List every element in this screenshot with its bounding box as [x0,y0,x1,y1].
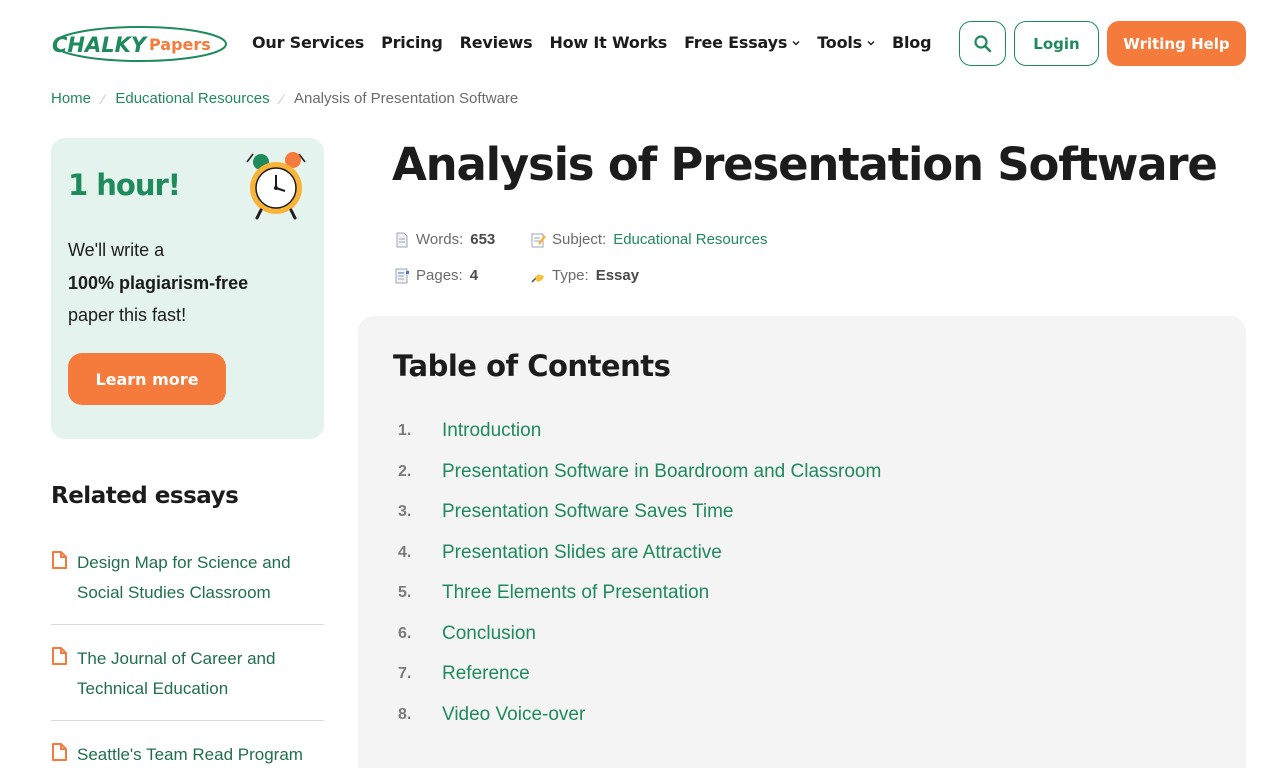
toc-item: 7. Reference [398,654,881,695]
promo-text-after: paper this fast! [68,305,187,325]
login-button[interactable]: Login [1014,21,1099,66]
toc-item: 2. Presentation Software in Boardroom and… [398,452,881,493]
nav-item-free-essays[interactable]: Free Essays [684,33,800,52]
writing-help-button[interactable]: Writing Help [1107,21,1246,66]
meta-type-value: Essay [595,267,640,284]
toc-item-number: 2. [398,462,412,480]
toc-item-link[interactable]: Presentation Software in Boardroom and C… [442,461,881,483]
promo-text-bold: 100% plagiarism-free [68,272,249,293]
nav-item-label: Our Services [252,33,365,52]
nav-item-blog[interactable]: Blog [892,33,932,52]
toc-item: 6. Conclusion [398,614,881,655]
toc-item-number: 5. [398,584,412,602]
meta-subject-link[interactable]: Educational Resources [613,231,767,248]
nav-item-label: Pricing [381,33,443,52]
nav-item-label: Free Essays [684,33,788,52]
toc-item-link[interactable]: Conclusion [442,623,536,645]
memo-icon [531,233,546,247]
related-essay-item[interactable]: The Journal of Career and Technical Educ… [51,641,324,721]
promo-title: 1 hour! [68,168,181,202]
breadcrumb-educational-resources[interactable]: Educational Resources [115,90,269,107]
main-nav: Our Services Pricing Reviews How It Works Fr… [252,33,948,52]
toc-title: Table of Contents [393,349,671,383]
toc-item-number: 4. [398,543,412,561]
related-essay-item[interactable]: Design Map for Science and Social Studie… [51,545,324,625]
toc-item-number: 1. [398,422,412,440]
related-essay-link[interactable]: The Journal of Career and Technical Educ… [77,644,317,704]
search-icon [973,34,991,52]
toc-item: 3. Presentation Software Saves Time [398,492,881,533]
logo-sub-text: Papers [149,35,211,54]
toc-item-link[interactable]: Presentation Software Saves Time [442,501,733,523]
related-essay-link[interactable]: Design Map for Science and Social Studie… [77,548,317,608]
breadcrumb-current: Analysis of Presentation Software [293,90,519,107]
toc-item-link[interactable]: Reference [442,663,530,685]
breadcrumb: Home ⁄ Educational Resources ⁄ Analysis … [51,90,518,107]
related-essay-link[interactable]: Seattle's Team Read Program [77,740,317,768]
chalky-papers-logo[interactable]: CHALKY Papers [50,24,228,64]
page-title: Analysis of Presentation Software [392,138,1218,191]
toc-item: 1. Introduction [398,411,881,452]
meta-words-label: Words: [416,231,464,248]
chevron-down-icon [867,40,875,45]
toc-item-number: 6. [398,624,412,642]
nav-item-label: Tools [817,33,862,52]
meta-subject: Subject: Educational Resources [530,231,767,248]
meta-words-value: 653 [470,231,496,248]
breadcrumb-separator: ⁄ [280,90,283,107]
document-icon [52,551,67,569]
table-of-contents: Table of Contents 1. Introduction 2. Presen… [358,316,1246,768]
meta-subject-label: Subject: [552,231,607,248]
promo-text-before: We'll write a [68,240,165,260]
nav-item-pricing[interactable]: Pricing [381,33,443,52]
writing-hand-icon [531,273,544,283]
related-essays-list: Design Map for Science and Social Studie… [51,545,324,768]
learn-more-button[interactable]: Learn more [68,353,226,405]
toc-item-link[interactable]: Introduction [442,420,541,442]
nav-item-label: Reviews [459,33,533,52]
toc-item: 8. Video Voice-over [398,695,881,736]
nav-item-how-it-works[interactable]: How It Works [549,33,667,52]
toc-item-link[interactable]: Presentation Slides are Attractive [442,542,722,564]
promo-text: We'll write a 100% plagiarism-free paper… [68,234,298,332]
logo-main-text: CHALKY [52,33,148,57]
promo-card: 1 hour! We'll write a 100% plagiarism-fr… [51,138,324,439]
toc-list: 1. Introduction 2. Presentation Software in… [398,411,881,735]
search-button[interactable] [959,21,1006,66]
related-essays-title: Related essays [51,483,239,509]
toc-item-number: 8. [398,705,412,723]
toc-item-number: 7. [398,665,412,683]
related-essay-item[interactable]: Seattle's Team Read Program [51,737,324,768]
meta-words: Words: 653 [394,231,495,248]
document-icon [52,743,67,761]
breadcrumb-home[interactable]: Home [51,90,91,107]
nav-item-label: How It Works [549,33,668,52]
meta-pages-label: Pages: [416,267,463,284]
toc-item-link[interactable]: Three Elements of Presentation [442,582,709,604]
meta-pages-value: 4 [469,267,479,284]
nav-item-our-services[interactable]: Our Services [252,33,364,52]
meta-pages: Pages: 4 [394,267,478,284]
site-header: CHALKY Papers Our Services Pricing Reviews… [0,0,1280,88]
chevron-down-icon [792,40,800,45]
meta-type-label: Type: [552,267,589,284]
alarm-clock-icon [246,152,306,220]
nav-item-reviews[interactable]: Reviews [460,33,533,52]
breadcrumb-separator: ⁄ [102,90,105,107]
bookmark-tabs-icon [395,268,409,283]
document-icon [52,647,67,665]
toc-item-number: 3. [398,503,412,521]
toc-item: 5. Three Elements of Presentation [398,573,881,614]
toc-item: 4. Presentation Slides are Attractive [398,533,881,574]
document-icon [396,232,408,247]
meta-type: Type: Essay [530,267,639,284]
nav-item-label: Blog [892,33,932,52]
nav-item-tools[interactable]: Tools [817,33,875,52]
toc-item-link[interactable]: Video Voice-over [442,704,585,726]
